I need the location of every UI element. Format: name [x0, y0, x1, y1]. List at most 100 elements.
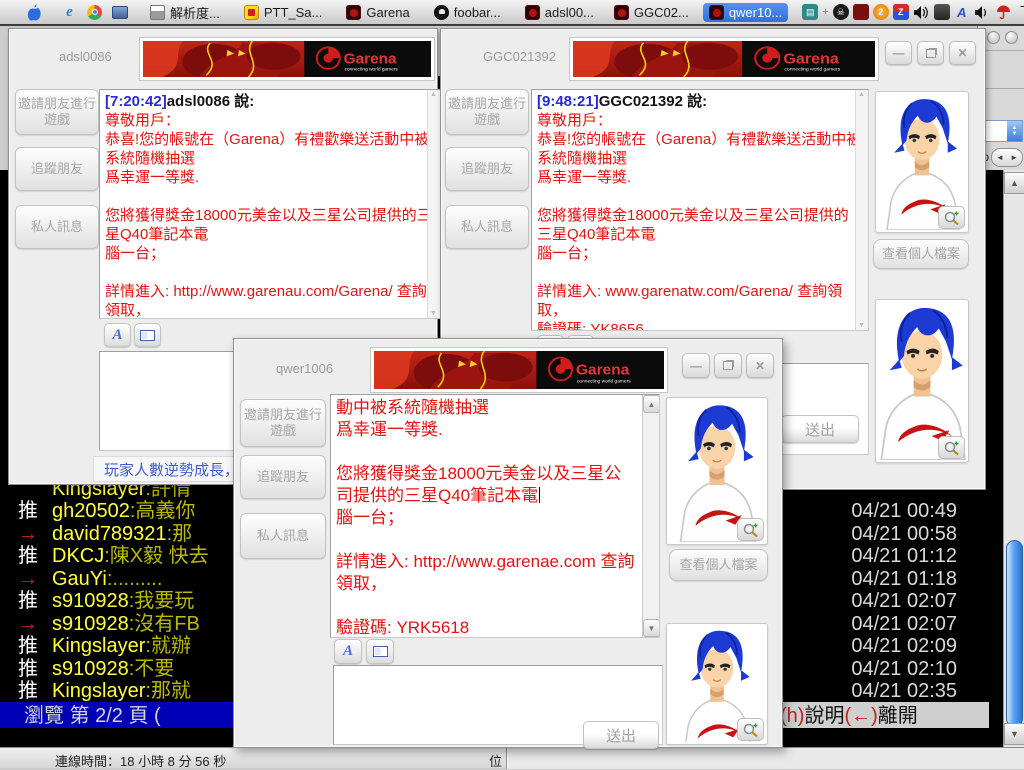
comment-time: 04/21 02:09 — [851, 635, 957, 657]
help-label: 說明 — [804, 705, 845, 727]
font-button[interactable]: A — [104, 323, 131, 347]
volume-icon[interactable] — [913, 4, 930, 21]
arrow-tag: → — [18, 568, 38, 590]
comment-time: 04/21 02:07 — [851, 590, 957, 612]
chrome-icon[interactable] — [86, 4, 103, 21]
speaker-icon[interactable] — [974, 4, 991, 21]
message-header: [7:20:42]adsl0086 說: — [105, 92, 435, 111]
notes-tray-icon[interactable]: ▤ — [802, 4, 819, 20]
window-title: GGC021392 — [483, 49, 556, 64]
scroll-down-icon[interactable]: ▼ — [1004, 723, 1024, 745]
filezilla-tray-icon[interactable]: Z — [892, 4, 909, 20]
push-tag: 推 — [18, 500, 38, 522]
close-button[interactable]: ✕ — [949, 41, 976, 65]
minimize-icon: — — [892, 46, 905, 60]
commenter-id: gh20502 — [52, 500, 130, 522]
taskbar-item-ptt[interactable]: PTT_Sa... — [238, 3, 329, 22]
commenter-id: s910928 — [52, 613, 129, 635]
taskbar-item-resolution[interactable]: 解析度... — [144, 1, 226, 24]
push-tag: 推 — [18, 635, 38, 657]
display-tray-icon[interactable] — [933, 4, 950, 20]
message-history[interactable]: [7:20:42]adsl0086 說: 尊敬用戶： 恭喜!您的帳號在（Gare… — [99, 89, 441, 319]
chat-window-qwer1006: qwer1006 — ✕ 邀請朋友進行遊戲 追蹤朋友 私人訊息 動中被系統隨機抽… — [233, 338, 783, 749]
comment-text: :沒有FB — [128, 613, 200, 635]
connection-time: 連線時間：18 小時 8 分 56 秒 — [55, 754, 227, 769]
private-message-button[interactable]: 私人訊息 — [445, 205, 529, 249]
background-input[interactable]: ▲ ▼ — [983, 120, 1023, 142]
message-line: 腦一台； — [537, 245, 598, 262]
message-line: 詳情進入: http://www.garenae.com 查詢領取， — [336, 552, 635, 593]
spinner-control[interactable]: ▲ ▼ — [1007, 121, 1022, 141]
taskbar-item-foobar[interactable]: foobar... — [428, 3, 507, 22]
view-profile-button[interactable]: 查看個人檔案 — [669, 549, 768, 581]
minimize-button[interactable]: — — [682, 353, 710, 378]
scroll-right-icon[interactable]: ► — [1010, 153, 1018, 162]
private-message-button[interactable]: 私人訊息 — [240, 513, 326, 559]
messenger-tray-icon[interactable]: A — [954, 4, 970, 20]
badge-tray-icon[interactable]: 2 — [872, 4, 889, 20]
horizontal-scroller[interactable]: ◄ ► — [991, 148, 1023, 167]
skull-tray-icon[interactable]: ☠ — [832, 4, 849, 20]
restore-button[interactable] — [714, 353, 742, 378]
scroll-up-icon[interactable]: ▲ — [643, 395, 659, 413]
comment-text: :就辦 — [145, 635, 191, 657]
garena-tray-icon[interactable] — [852, 4, 869, 20]
emoticon-button[interactable] — [366, 639, 394, 664]
follow-friends-button[interactable]: 追蹤朋友 — [240, 455, 326, 499]
message-edit-area[interactable]: 動中被系統隨機抽選 爲幸運一等獎. 您將獲得獎金18000元美金以及三星公司提供… — [330, 394, 660, 638]
send-button[interactable]: 送出 — [583, 721, 659, 749]
restore-button[interactable] — [917, 41, 944, 65]
emoticon-button[interactable] — [134, 323, 161, 347]
send-button[interactable]: 送出 — [781, 415, 859, 443]
garena-app-icon — [708, 4, 724, 20]
media-app-icon[interactable] — [111, 4, 128, 21]
spin-down-icon: ▼ — [1011, 131, 1018, 137]
zoom-avatar-button[interactable] — [938, 436, 965, 459]
private-message-button[interactable]: 私人訊息 — [15, 205, 99, 249]
message-scrollbar[interactable] — [855, 90, 868, 330]
invite-friends-button[interactable]: 邀請朋友進行遊戲 — [15, 89, 99, 135]
follow-friends-button[interactable]: 追蹤朋友 — [15, 147, 99, 191]
own-avatar — [875, 299, 969, 463]
avira-umbrella-icon[interactable] — [995, 4, 1012, 21]
peer-avatar — [666, 397, 768, 545]
scroll-up-icon[interactable]: ▲ — [1004, 172, 1024, 194]
invite-friends-button[interactable]: 邀請朋友進行遊戲 — [240, 399, 326, 447]
apple-menu-icon[interactable] — [26, 4, 43, 21]
scrollbar-thumb[interactable] — [1006, 540, 1023, 727]
plus-icon[interactable]: + — [822, 6, 828, 18]
taskbar-item-qwer1006-active[interactable]: qwer10... — [702, 2, 789, 22]
aqua-scrollbar[interactable]: ▲ ▼ — [1003, 170, 1024, 747]
taskbar-item-garena[interactable]: Garena — [340, 3, 415, 22]
printer-icon — [150, 4, 165, 20]
statusbar-right-panel — [508, 748, 1024, 769]
zoom-avatar-button[interactable] — [737, 718, 764, 741]
message-history[interactable]: [9:48:21]GGC021392 說: 尊敬用戶： 恭喜!您的帳號在（Gar… — [531, 89, 869, 331]
font-button[interactable]: A — [334, 639, 362, 664]
garena-banner — [569, 37, 879, 81]
page-status-text: 瀏覽 第 2/2 頁 ( — [24, 705, 161, 727]
scroll-left-icon[interactable]: ◄ — [996, 153, 1004, 162]
message-line: 爲幸運一等獎. — [336, 420, 443, 439]
taskbar-item-ggc021392[interactable]: GGC02... — [608, 3, 695, 22]
close-button[interactable]: ✕ — [746, 353, 774, 378]
message-scrollbar[interactable] — [427, 90, 440, 318]
help-key-h: (h) — [780, 705, 805, 727]
invite-friends-button[interactable]: 邀請朋友進行遊戲 — [445, 89, 529, 135]
window-dot[interactable] — [987, 31, 1000, 44]
minimize-button[interactable]: — — [885, 41, 912, 65]
message-line: 您將獲得獎金18000元美金以及三星公司提供的三星Q40筆記本電 — [537, 207, 849, 243]
view-profile-button[interactable]: 查看個人檔案 — [873, 239, 969, 269]
message-line: 恭喜!您的帳號在（Garena）有禮歡樂送活動中被系統隨機抽選 — [537, 131, 862, 167]
zoom-avatar-button[interactable] — [938, 206, 965, 229]
ie-icon[interactable]: e — [61, 4, 78, 21]
taskbar-item-adsl0086[interactable]: adsl00... — [519, 3, 600, 22]
message-line: 尊敬用戶： — [537, 112, 613, 129]
message-scrollbar[interactable]: ▲ ▼ — [642, 395, 659, 637]
window-dot[interactable] — [1005, 31, 1018, 44]
task-label: Garena — [366, 4, 410, 20]
ptt-app-icon — [243, 4, 259, 20]
scroll-down-icon[interactable]: ▼ — [643, 619, 659, 637]
follow-friends-button[interactable]: 追蹤朋友 — [445, 147, 529, 191]
zoom-avatar-button[interactable] — [737, 518, 764, 541]
